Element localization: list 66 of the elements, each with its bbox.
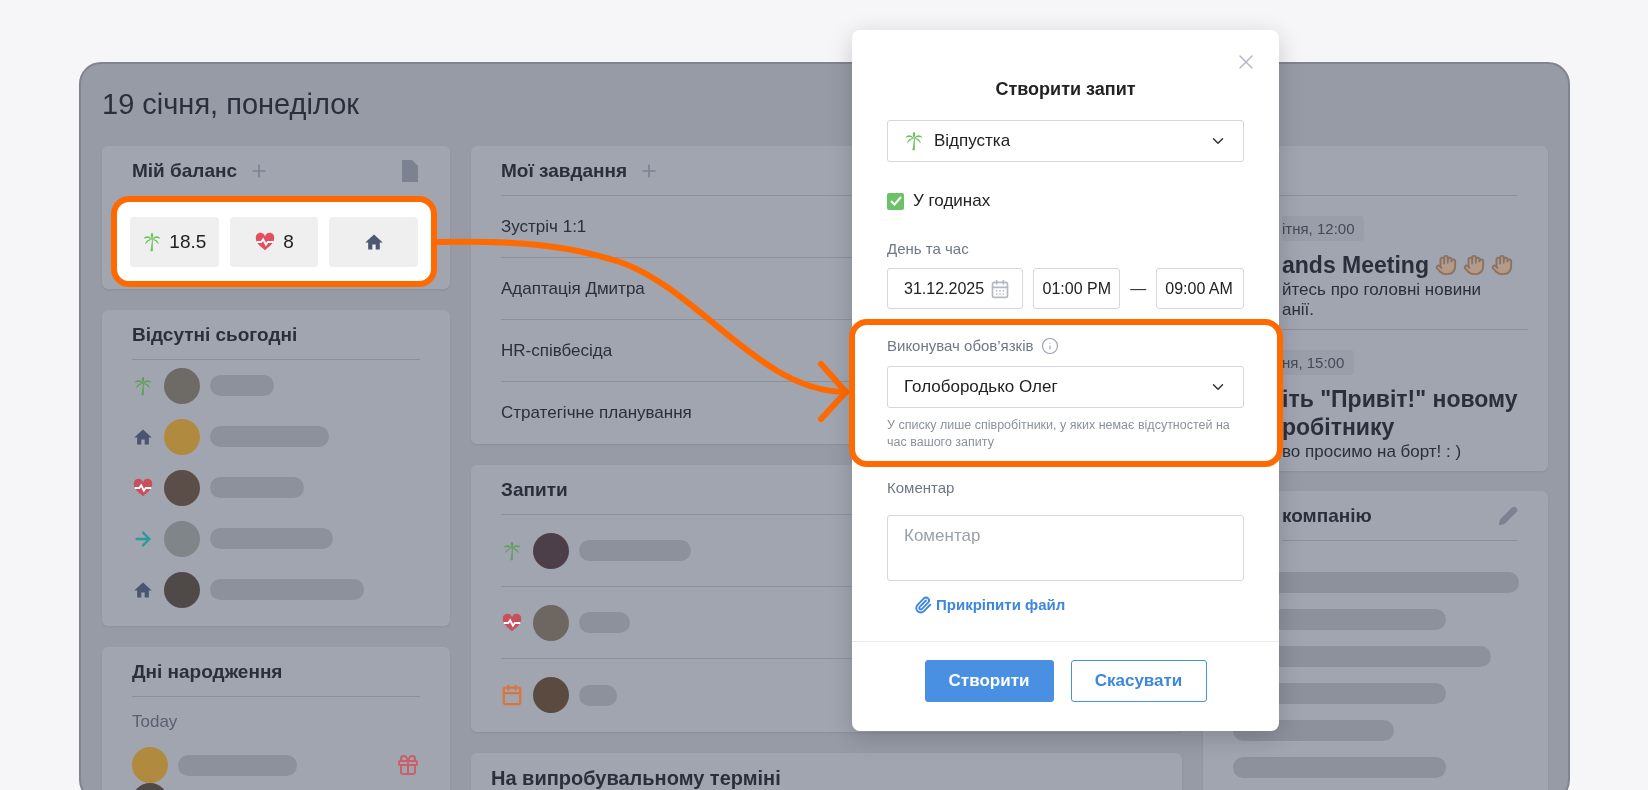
- calendar-icon: [990, 278, 1011, 299]
- field-label: Виконувач обов’язків: [887, 337, 1034, 355]
- hand-icon: [1434, 254, 1457, 276]
- range-dash: —: [1130, 279, 1147, 298]
- news-title: робітнику: [1282, 413, 1395, 441]
- checkbox-label: У годинах: [913, 191, 991, 211]
- news-time: ітня, 12:00: [1282, 216, 1365, 241]
- task-item[interactable]: HR-співбесіда: [501, 340, 613, 361]
- document-icon[interactable]: [400, 160, 420, 182]
- news-text: йтесь про головні новини: [1282, 281, 1482, 299]
- time-field[interactable]: 01:00 PM: [1033, 268, 1121, 309]
- time-field[interactable]: 09:00 AM: [1156, 268, 1244, 309]
- news-text: во просимо на борт! : ): [1282, 443, 1462, 461]
- avatar: [533, 532, 569, 569]
- news-title: ands Meeting: [1282, 251, 1429, 279]
- group-label: Today: [132, 712, 178, 732]
- news-time: ня, 15:00: [1282, 350, 1355, 375]
- balance-chip[interactable]: 8: [229, 216, 319, 267]
- cancel-button[interactable]: Скасувати: [1070, 660, 1207, 702]
- card-title: Мій баланс: [132, 160, 238, 182]
- request-type-select[interactable]: Відпустка: [887, 120, 1244, 162]
- attach-file-link[interactable]: Прикріпити файл: [914, 596, 1066, 614]
- task-item[interactable]: Зустріч 1:1: [501, 216, 587, 237]
- avatar: [533, 677, 569, 713]
- card-title: Мої завдання: [501, 159, 628, 182]
- card-title: Відсутні сьогодні: [132, 323, 298, 346]
- balance-value: 18.5: [169, 230, 207, 253]
- gift-icon: [396, 753, 420, 777]
- balance-chip[interactable]: 18.5: [130, 216, 219, 267]
- card-title: компанію: [1282, 504, 1372, 527]
- avatar: [164, 520, 200, 557]
- news-text: анії.: [1282, 301, 1315, 319]
- palm-icon: [502, 540, 522, 561]
- task-item[interactable]: Адаптація Дмитра: [501, 278, 645, 299]
- field-label: День та час: [887, 240, 970, 258]
- task-item[interactable]: Стратегічне планування: [501, 403, 692, 423]
- avatar: [164, 367, 200, 404]
- heart-pulse-icon: [132, 476, 154, 499]
- checkbox[interactable]: [887, 192, 904, 210]
- pencil-icon[interactable]: [1498, 505, 1518, 526]
- card-title: На випробувальному терміні: [491, 766, 781, 790]
- date-heading: 19 січня, понеділок: [102, 87, 359, 121]
- info-icon[interactable]: [1041, 337, 1060, 355]
- news-title: іть "Привіт!" новому: [1282, 385, 1518, 413]
- hint-text: У списку лише співробітники, у яких немає відсутностей на час вашого запиту: [887, 417, 1231, 451]
- heart-pulse-icon: [254, 230, 277, 253]
- date-field[interactable]: 31.12.2025: [887, 268, 1024, 309]
- palm-icon: [904, 131, 924, 151]
- palm-icon: [133, 375, 153, 396]
- card-title: Дні народження: [132, 660, 283, 683]
- avatar: [164, 469, 200, 506]
- substitute-select[interactable]: Голобородько Олег: [887, 366, 1244, 408]
- dialog-title: Створити запит: [994, 78, 1137, 100]
- calendar-icon: [501, 684, 523, 706]
- paperclip-icon: [914, 596, 932, 614]
- balance-value: 8: [283, 230, 294, 253]
- avatar: [164, 571, 200, 608]
- field-label: Коментар: [887, 479, 956, 497]
- avatar: [533, 604, 569, 641]
- card-title: Запити: [501, 478, 568, 501]
- comment-field[interactable]: Коментар: [887, 515, 1244, 581]
- hand-icon: [1490, 254, 1513, 276]
- hand-icon: [1462, 254, 1485, 276]
- balance-chip[interactable]: [329, 216, 418, 267]
- heart-pulse-icon: [501, 611, 523, 634]
- avatar: [164, 418, 200, 455]
